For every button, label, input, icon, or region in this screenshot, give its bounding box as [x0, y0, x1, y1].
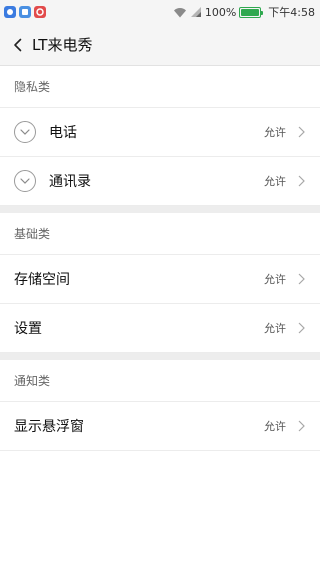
status-right: 100% 下午4:58	[173, 4, 315, 20]
expand-icon[interactable]	[14, 121, 36, 143]
chevron-right-icon	[298, 420, 306, 432]
permission-row-floating-window[interactable]: 显示悬浮窗 允许	[0, 402, 320, 451]
app-notification-icon	[34, 6, 46, 18]
permission-label: 电话	[49, 125, 77, 141]
permission-label: 设置	[14, 321, 42, 337]
permission-label: 通讯录	[49, 174, 91, 190]
permission-status: 允许	[264, 126, 286, 139]
battery-percent: 100%	[204, 5, 237, 19]
permission-status: 允许	[264, 175, 286, 188]
permission-status: 允许	[264, 273, 286, 286]
app-notification-icon	[4, 6, 16, 18]
permission-label: 存储空间	[14, 272, 70, 288]
notification-icons	[4, 6, 46, 18]
chevron-right-icon	[298, 273, 306, 285]
expand-icon[interactable]	[14, 170, 36, 192]
section-title-basic: 基础类	[0, 213, 320, 255]
permission-row-settings[interactable]: 设置 允许	[0, 304, 320, 353]
section-divider	[0, 206, 320, 213]
page-title: LT来电秀	[32, 36, 93, 54]
battery-icon	[239, 6, 264, 18]
permission-row-contacts[interactable]: 通讯录 允许	[0, 157, 320, 206]
back-button[interactable]	[4, 24, 32, 66]
permission-label: 显示悬浮窗	[14, 419, 84, 435]
battery-level	[241, 8, 260, 16]
permission-status: 允许	[264, 420, 286, 433]
app-header: LT来电秀	[0, 24, 320, 66]
status-bar: 100% 下午4:58	[0, 0, 320, 24]
permission-row-storage[interactable]: 存储空间 允许	[0, 255, 320, 304]
chevron-left-icon	[14, 38, 22, 51]
app-notification-icon	[19, 6, 31, 18]
chevron-right-icon	[298, 175, 306, 187]
section-divider	[0, 353, 320, 360]
section-title-notification: 通知类	[0, 360, 320, 402]
chevron-right-icon	[298, 322, 306, 334]
permission-row-phone[interactable]: 电话 允许	[0, 108, 320, 157]
wifi-icon	[173, 7, 187, 18]
section-title-privacy: 隐私类	[0, 66, 320, 108]
signal-icon	[190, 6, 202, 18]
clock: 下午4:58	[268, 6, 315, 19]
permission-list: 隐私类 电话 允许 通讯录 允许 基础类 存储空间 允许 设置 允许 通知类 显…	[0, 66, 320, 451]
permission-status: 允许	[264, 322, 286, 335]
chevron-right-icon	[298, 126, 306, 138]
